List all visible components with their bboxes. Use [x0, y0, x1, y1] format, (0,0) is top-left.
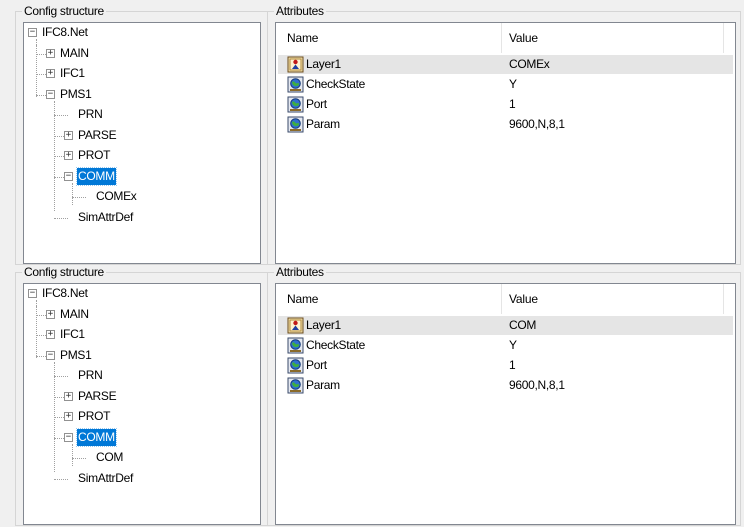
config-structure-group: Config structure − IFC8.Net + MAIN + IFC1− PMS1…: [15, 4, 268, 265]
tree-node-pms1[interactable]: PMS1: [59, 86, 92, 103]
expand-icon[interactable]: +: [46, 69, 55, 78]
tree-connector: [72, 197, 86, 198]
config-structure-title: Config structure: [22, 4, 106, 18]
attribute-value: COMEx: [509, 57, 550, 71]
collapse-icon[interactable]: −: [28, 28, 37, 37]
tree-node-ifc8-net[interactable]: IFC8.Net: [41, 24, 89, 41]
attribute-name: Layer1: [306, 318, 341, 332]
expand-icon[interactable]: +: [64, 130, 73, 140]
attribute-value: 1: [509, 358, 516, 372]
attribute-row-layer1[interactable]: Layer1 COM: [278, 316, 733, 335]
attribute-value: 9600,N,8,1: [509, 117, 565, 131]
tree-connector: [72, 458, 86, 459]
attributes-group: Attributes Name Value Layer1 COM CheckState Y P…: [267, 265, 741, 526]
collapse-icon[interactable]: −: [28, 289, 37, 298]
config-tree[interactable]: − IFC8.Net + MAIN + IFC1− PMS1 PRN + PARSE + PROT − C…: [23, 22, 261, 264]
collapse-icon[interactable]: −: [64, 171, 73, 181]
expand-icon[interactable]: +: [46, 309, 55, 319]
attribute-name: Param: [306, 378, 340, 392]
attribute-name: Port: [306, 97, 327, 111]
expand-icon[interactable]: +: [46, 48, 55, 58]
column-header-name[interactable]: Name: [287, 29, 318, 47]
attribute-value: Y: [509, 77, 517, 91]
tree-connector: [54, 376, 68, 377]
column-header-name[interactable]: Name: [287, 290, 318, 308]
attributes-title: Attributes: [274, 265, 326, 279]
tree-node-prn[interactable]: PRN: [77, 106, 103, 123]
globe-icon: [287, 377, 304, 394]
attribute-row-param[interactable]: Param 9600,N,8,1: [278, 115, 733, 134]
tree-node-comm[interactable]: COMM: [76, 166, 117, 186]
attribute-row-layer1[interactable]: Layer1 COMEx: [278, 55, 733, 74]
attribute-value: 9600,N,8,1: [509, 378, 565, 392]
config-tree[interactable]: − IFC8.Net + MAIN + IFC1− PMS1 PRN + PARSE + PROT − C…: [23, 283, 261, 525]
attributes-list[interactable]: Name Value Layer1 COM CheckState Y Port 1 Param 9…: [275, 283, 736, 525]
column-divider[interactable]: [501, 23, 502, 53]
collapse-icon[interactable]: −: [46, 89, 55, 99]
tree-connector: [54, 115, 68, 116]
column-divider[interactable]: [723, 284, 724, 314]
column-header-value[interactable]: Value: [509, 290, 538, 308]
tree-node-com[interactable]: COM: [95, 449, 124, 466]
tree-node-ifc8-net[interactable]: IFC8.Net: [41, 285, 89, 302]
config-structure-group: Config structure − IFC8.Net + MAIN + IFC1− PMS1…: [15, 265, 268, 526]
attribute-row-port[interactable]: Port 1: [278, 95, 733, 114]
attributes-list[interactable]: Name Value Layer1 COMEx CheckState Y Port 1 Para…: [275, 22, 736, 264]
globe-icon: [287, 96, 304, 113]
attribute-row-param[interactable]: Param 9600,N,8,1: [278, 376, 733, 395]
collapse-icon[interactable]: −: [46, 350, 55, 360]
tree-node-parse[interactable]: PARSE: [77, 388, 117, 405]
tree-node-pms1[interactable]: PMS1: [59, 347, 92, 364]
globe-icon: [287, 357, 304, 374]
config-structure-title: Config structure: [22, 265, 106, 279]
attribute-name: Param: [306, 117, 340, 131]
expand-icon[interactable]: +: [64, 412, 73, 421]
tree-node-prn[interactable]: PRN: [77, 367, 103, 384]
attribute-value: Y: [509, 338, 517, 352]
tree-node-parse[interactable]: PARSE: [77, 127, 117, 144]
tree-connector: [54, 217, 68, 219]
attribute-row-port[interactable]: Port 1: [278, 356, 733, 375]
globe-icon: [287, 116, 304, 133]
config-panel-2: Config structure − IFC8.Net + MAIN + IFC1− PMS1…: [0, 265, 744, 526]
tree-node-ifc1[interactable]: IFC1: [59, 326, 86, 343]
attribute-name: Layer1: [306, 57, 341, 71]
tree-node-main[interactable]: MAIN: [59, 45, 90, 62]
attribute-name: Port: [306, 358, 327, 372]
tree-node-comm[interactable]: COMM: [76, 427, 117, 447]
attributes-title: Attributes: [274, 4, 326, 18]
attribute-row-checkstate[interactable]: CheckState Y: [278, 336, 733, 355]
tree-node-main[interactable]: MAIN: [59, 306, 90, 323]
attribute-value: 1: [509, 97, 516, 111]
column-divider[interactable]: [723, 23, 724, 53]
tree-node-comex[interactable]: COMEx: [95, 188, 138, 205]
tree-node-ifc1[interactable]: IFC1: [59, 65, 86, 82]
expand-icon[interactable]: +: [64, 391, 73, 401]
attribute-name: CheckState: [306, 338, 366, 352]
tree-node-simattrdef[interactable]: SimAttrDef: [77, 209, 134, 226]
tree-node-prot[interactable]: PROT: [77, 147, 111, 164]
tree-node-prot[interactable]: PROT: [77, 408, 111, 425]
layer-person-icon: [287, 56, 304, 73]
attributes-group: Attributes Name Value Layer1 COMEx CheckState…: [267, 4, 741, 265]
column-header-value[interactable]: Value: [509, 29, 538, 47]
attribute-row-checkstate[interactable]: CheckState Y: [278, 75, 733, 94]
tree-connector: [72, 444, 73, 466]
layer-person-icon: [287, 317, 304, 334]
collapse-icon[interactable]: −: [64, 432, 73, 442]
tree-node-simattrdef[interactable]: SimAttrDef: [77, 470, 134, 487]
expand-icon[interactable]: +: [64, 151, 73, 160]
attribute-value: COM: [509, 318, 537, 332]
globe-icon: [287, 76, 304, 93]
expand-icon[interactable]: +: [46, 330, 55, 339]
config-panel-1: Config structure − IFC8.Net + MAIN + IFC1− PMS1…: [0, 4, 744, 265]
attribute-name: CheckState: [306, 77, 366, 91]
tree-connector: [54, 478, 68, 480]
column-divider[interactable]: [501, 284, 502, 314]
tree-connector: [72, 183, 73, 205]
globe-icon: [287, 337, 304, 354]
